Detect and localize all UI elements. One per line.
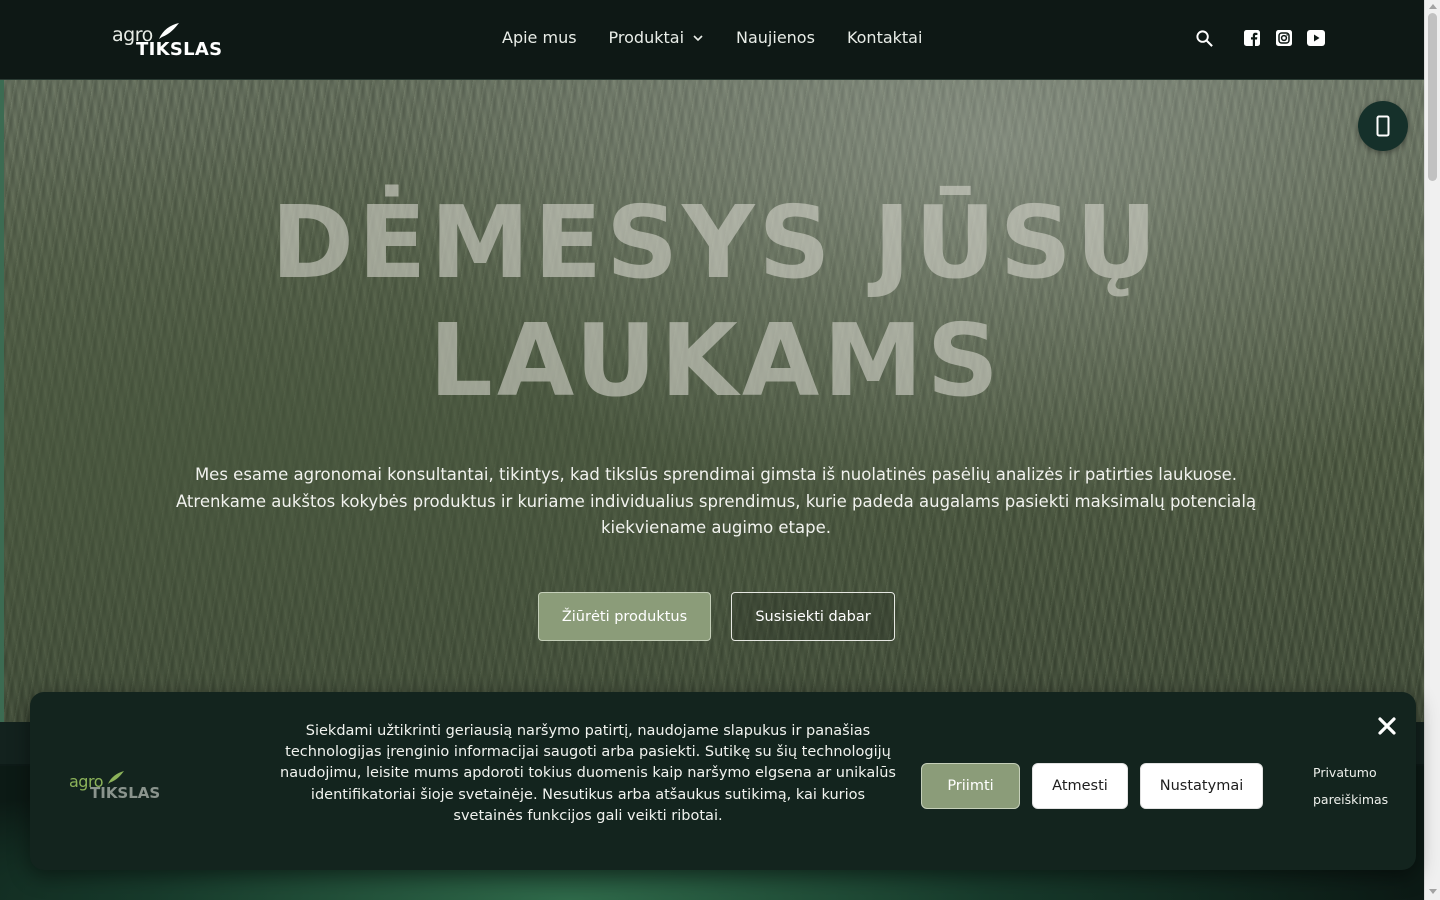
contact-now-button[interactable]: Susisiekti dabar — [731, 592, 895, 641]
view-products-button[interactable]: Žiūrėti produktus — [538, 592, 711, 641]
nav-item-produktai[interactable]: Produktai — [609, 28, 704, 47]
logo-word-tikslas: TIKSLAS — [136, 39, 223, 60]
scroll-up-arrow-icon[interactable] — [1429, 4, 1437, 9]
instagram-icon[interactable] — [1274, 28, 1294, 48]
facebook-icon[interactable] — [1242, 28, 1262, 48]
youtube-icon[interactable] — [1306, 28, 1326, 48]
scroll-down-arrow-icon[interactable] — [1429, 889, 1437, 894]
site-logo[interactable]: agro TIKSLAS — [112, 20, 222, 62]
phone-button[interactable] — [1358, 101, 1408, 151]
hero-title: DĖMESYS JŪSŲ LAUKAMS — [270, 184, 1162, 419]
leaf-icon — [108, 771, 124, 784]
logo-word-tikslas: TIKSLAS — [90, 784, 161, 802]
nav-item-kontaktai[interactable]: Kontaktai — [847, 28, 923, 47]
hero-section: DĖMESYS JŪSŲ LAUKAMS Mes esame agronomai… — [0, 80, 1424, 722]
search-icon[interactable] — [1194, 28, 1214, 48]
privacy-statement-link[interactable]: Privatumo pareiškimas — [1313, 759, 1403, 813]
cookie-settings-button[interactable]: Nustatymai — [1140, 763, 1263, 809]
site-header: agro TIKSLAS Apie mus Produktai Naujieno… — [0, 0, 1424, 80]
nav-item-naujienos[interactable]: Naujienos — [736, 28, 815, 47]
accept-cookies-button[interactable]: Priimti — [921, 763, 1020, 809]
cookie-consent-banner: agro TIKSLAS Siekdami užtikrinti geriaus… — [30, 692, 1416, 870]
header-icons — [1194, 28, 1326, 48]
close-icon[interactable] — [1377, 716, 1397, 736]
reject-cookies-button[interactable]: Atmesti — [1032, 763, 1128, 809]
leaf-icon — [159, 23, 179, 39]
hero-description: Mes esame agronomai konsultantai, tikint… — [175, 465, 1257, 537]
cookie-message: Siekdami užtikrinti geriausią naršymo pa… — [280, 723, 896, 824]
chevron-down-icon — [693, 34, 703, 41]
nav-item-apie-mus[interactable]: Apie mus — [502, 28, 577, 47]
main-nav: Apie mus Produktai Naujienos Kontaktai — [502, 28, 922, 47]
cookie-banner-logo: agro TIKSLAS — [69, 768, 161, 804]
phone-icon — [1376, 115, 1390, 137]
page-scrollbar[interactable] — [1424, 0, 1440, 900]
hero-buttons: Žiūrėti produktus Susisiekti dabar — [538, 592, 895, 641]
scrollbar-thumb[interactable] — [1428, 13, 1437, 181]
